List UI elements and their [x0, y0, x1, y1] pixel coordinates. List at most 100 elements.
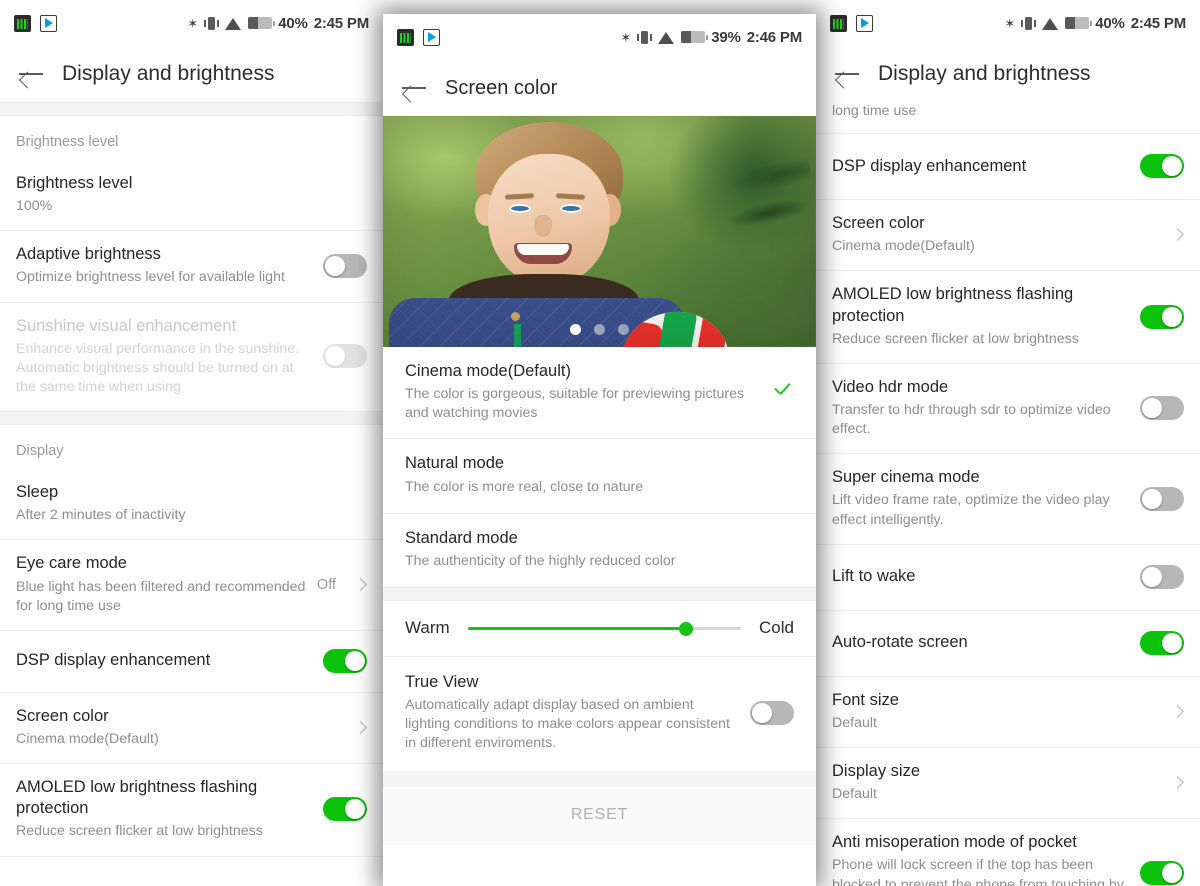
screen-color-preview-image[interactable]	[383, 116, 816, 347]
row-title: Natural mode	[405, 454, 505, 473]
wifi-icon	[225, 17, 242, 30]
slider-label-cold: Cold	[759, 618, 794, 638]
row-subtitle: Optimize brightness level for available …	[16, 269, 285, 286]
row-title: Sleep	[16, 483, 59, 502]
true-view-toggle[interactable]	[750, 700, 794, 725]
row-title: Sunshine visual enhancement	[16, 316, 237, 335]
status-bar-app-icons	[14, 14, 57, 32]
back-arrow-icon[interactable]	[830, 57, 864, 91]
clock-label: 2:46 PM	[746, 28, 802, 46]
row-subtitle: Lift video frame rate, optimize the vide…	[832, 492, 1110, 528]
battery-icon	[248, 17, 275, 29]
row-dsp-display-enhancement[interactable]: DSP display enhancement	[816, 134, 1200, 201]
row-video-hdr-mode[interactable]: Video hdr mode Transfer to hdr through s…	[816, 363, 1200, 455]
row-screen-color[interactable]: Screen color Cinema mode(Default)	[0, 692, 383, 765]
row-subtitle: Transfer to hdr through sdr to optimize …	[832, 401, 1111, 438]
right-settings-list[interactable]: long time use DSP display enhancement Sc…	[816, 102, 1200, 886]
row-title: Display size	[832, 762, 921, 781]
adaptive-brightness-toggle[interactable]	[323, 253, 367, 278]
color-temperature-slider[interactable]	[467, 618, 742, 638]
row-title: AMOLED low brightness flashing protectio…	[832, 285, 1074, 325]
color-temperature-slider-row[interactable]: Warm Cold	[383, 601, 816, 658]
amoled-flashing-protection-toggle[interactable]	[323, 797, 367, 822]
row-lift-to-wake[interactable]: Lift to wake	[816, 544, 1200, 611]
super-cinema-mode-toggle[interactable]	[1140, 486, 1184, 511]
preview-page-indicator[interactable]	[383, 324, 816, 335]
row-subtitle: The color is more real, close to nature	[405, 478, 644, 495]
back-arrow-icon[interactable]	[14, 57, 48, 91]
row-sleep[interactable]: Sleep After 2 minutes of inactivity	[0, 469, 383, 541]
recorder-icon	[830, 14, 847, 32]
center-app-bar: Screen color	[383, 60, 816, 116]
row-title: Brightness level	[16, 174, 133, 192]
row-title: AMOLED low brightness flashing protectio…	[16, 778, 258, 818]
chevron-right-icon	[1171, 776, 1184, 790]
row-title: Standard mode	[405, 528, 518, 547]
row-font-size[interactable]: Font size Default	[816, 676, 1200, 749]
row-subtitle: Default	[832, 714, 877, 731]
row-value: Off	[316, 576, 336, 593]
row-subtitle: The authenticity of the highly reduced c…	[405, 552, 676, 569]
auto-rotate-screen-toggle[interactable]	[1140, 630, 1184, 655]
option-cinema-mode[interactable]: Cinema mode(Default) The color is gorgeo…	[383, 347, 816, 440]
play-store-icon	[40, 14, 57, 32]
page-dot-1[interactable]	[570, 324, 581, 335]
page-dot-2[interactable]	[594, 324, 605, 335]
lift-to-wake-toggle[interactable]	[1140, 564, 1184, 589]
bluetooth-icon: ✶	[1004, 15, 1016, 31]
left-settings-list[interactable]: Brightness level Brightness level 100% A…	[0, 116, 383, 857]
row-sunshine-visual-enhancement: Sunshine visual enhancement Enhance visu…	[0, 302, 383, 412]
row-subtitle: Cinema mode(Default)	[832, 238, 975, 255]
page-title: Display and brightness	[878, 62, 1091, 85]
row-amoled-flashing-protection[interactable]: AMOLED low brightness flashing protectio…	[816, 271, 1200, 364]
row-subtitle: Default	[832, 786, 877, 803]
vibrate-icon	[204, 16, 219, 30]
right-phone-panel: ✶ 40% 2:45 PM Display and brightness lon…	[816, 0, 1200, 886]
reset-button[interactable]: RESET	[383, 786, 816, 845]
row-amoled-flashing-protection[interactable]: AMOLED low brightness flashing protectio…	[0, 764, 383, 857]
video-hdr-mode-toggle[interactable]	[1140, 396, 1184, 421]
row-subtitle: long time use	[832, 103, 917, 119]
screen-color-options-list[interactable]: Cinema mode(Default) The color is gorgeo…	[383, 347, 816, 845]
anti-misoperation-pocket-toggle[interactable]	[1140, 861, 1184, 886]
page-dot-3[interactable]	[618, 324, 629, 335]
reset-area: RESET	[383, 770, 816, 845]
amoled-flashing-protection-toggle[interactable]	[1140, 304, 1184, 329]
option-standard-mode[interactable]: Standard mode The authenticity of the hi…	[383, 513, 816, 588]
right-status-bar: ✶ 40% 2:45 PM	[816, 0, 1200, 46]
chevron-right-icon	[354, 578, 367, 592]
row-subtitle: After 2 minutes of inactivity	[16, 507, 186, 524]
left-app-bar: Display and brightness	[0, 46, 383, 102]
row-screen-color[interactable]: Screen color Cinema mode(Default)	[816, 200, 1200, 272]
battery-icon	[1065, 17, 1092, 29]
status-bar-system-icons: ✶ 39% 2:46 PM	[620, 29, 802, 46]
row-auto-rotate-screen[interactable]: Auto-rotate screen	[816, 610, 1200, 677]
row-anti-misoperation-pocket[interactable]: Anti misoperation mode of pocket Phone w…	[816, 819, 1200, 886]
row-title: True View	[405, 673, 479, 692]
status-bar-app-icons	[830, 14, 873, 32]
row-title: Anti misoperation mode of pocket	[832, 833, 1077, 852]
dsp-display-enhancement-toggle[interactable]	[323, 648, 367, 673]
slider-thumb[interactable]	[679, 622, 694, 637]
row-brightness-level[interactable]: Brightness level 100%	[0, 160, 383, 232]
sunshine-visual-enhancement-toggle	[323, 344, 367, 369]
vibrate-icon	[637, 30, 652, 44]
row-subtitle: Reduce screen flicker at low brightness	[16, 823, 263, 840]
dsp-display-enhancement-toggle[interactable]	[1140, 154, 1184, 179]
clipped-row-text: long time use	[816, 102, 1200, 133]
back-arrow-icon[interactable]	[397, 71, 431, 105]
clock-label: 2:45 PM	[1130, 14, 1186, 32]
row-display-size[interactable]: Display size Default	[816, 748, 1200, 820]
page-title: Display and brightness	[62, 62, 275, 85]
screenshot-stage: ✶ 40% 2:45 PM Display and brightness Bri…	[0, 0, 1200, 886]
row-dsp-display-enhancement[interactable]: DSP display enhancement	[0, 630, 383, 693]
option-natural-mode[interactable]: Natural mode The color is more real, clo…	[383, 439, 816, 514]
row-title: Eye care mode	[16, 554, 127, 573]
wifi-icon	[1042, 17, 1059, 30]
row-title: Lift to wake	[832, 567, 916, 586]
row-adaptive-brightness[interactable]: Adaptive brightness Optimize brightness …	[0, 231, 383, 303]
row-super-cinema-mode[interactable]: Super cinema mode Lift video frame rate,…	[816, 454, 1200, 545]
play-store-icon	[856, 14, 873, 32]
row-true-view[interactable]: True View Automatically adapt display ba…	[383, 657, 816, 771]
row-eye-care-mode[interactable]: Eye care mode Blue light has been filter…	[0, 540, 383, 631]
